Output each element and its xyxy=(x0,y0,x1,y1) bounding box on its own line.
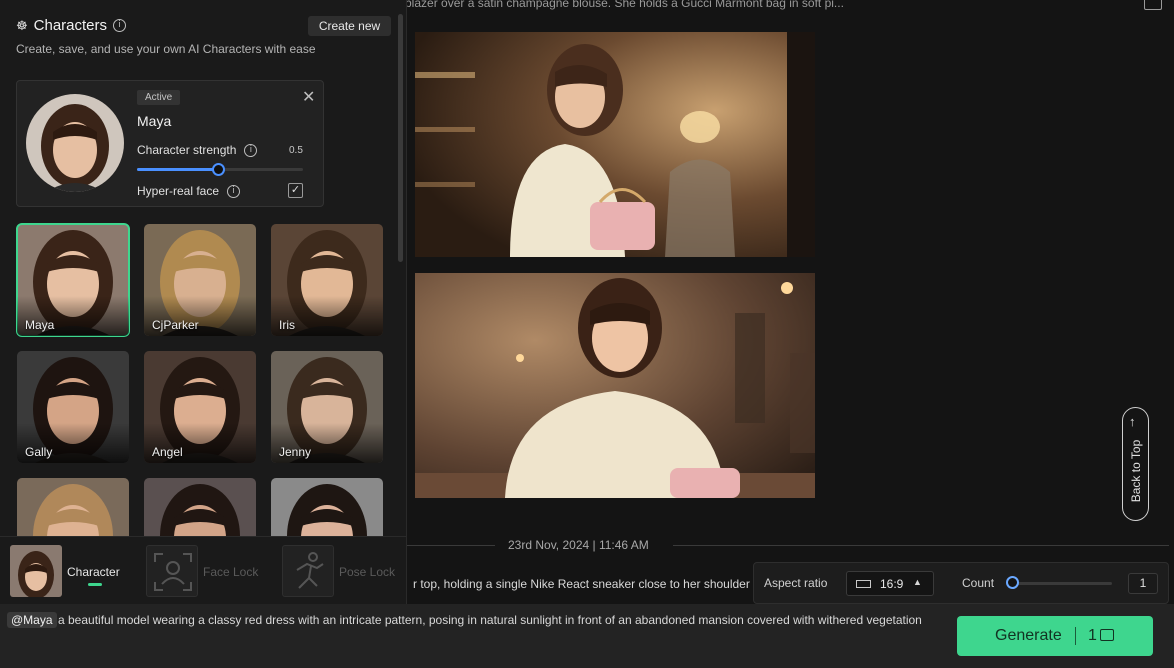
character-name: Jenny xyxy=(279,445,312,459)
previous-prompt-text-2: r top, holding a single Nike React sneak… xyxy=(413,577,750,591)
button-divider xyxy=(1075,627,1076,645)
tab-character[interactable]: Character xyxy=(0,537,138,604)
active-character-name: Maya xyxy=(137,113,172,129)
tab-label: Character xyxy=(67,565,120,579)
info-icon[interactable]: i xyxy=(113,19,127,32)
characters-panel: ☸ Characters i Create new Create, save, … xyxy=(0,0,407,604)
generate-label: Generate xyxy=(995,627,1062,644)
active-badge: Active xyxy=(137,90,181,105)
divider-right xyxy=(673,545,1169,546)
panel-subtitle: Create, save, and use your own AI Charac… xyxy=(16,42,316,56)
character-name: Maya xyxy=(25,318,55,332)
slider-fill xyxy=(137,168,218,171)
generated-image-1[interactable] xyxy=(415,32,815,257)
tab-pose-lock[interactable]: Pose Lock xyxy=(272,537,406,604)
caret-up-icon: ▲ xyxy=(913,577,922,587)
count-label: Count xyxy=(962,576,995,590)
prompt-input-bar: a beautiful model wearing a classy red d… xyxy=(0,604,1174,668)
create-new-button[interactable]: Create new xyxy=(308,16,391,36)
hyper-real-row: Hyper-real face i xyxy=(137,184,241,198)
image-icon xyxy=(1100,629,1114,641)
character-name: Gally xyxy=(25,445,53,459)
back-to-top-button[interactable]: ↑ Back to Top xyxy=(1122,407,1149,521)
count-slider-handle[interactable] xyxy=(1006,576,1019,589)
face-lock-icon xyxy=(146,545,198,597)
arrow-up-icon: ↑ xyxy=(1129,414,1136,429)
generated-image-2[interactable] xyxy=(415,273,815,498)
back-to-top-label: Back to Top xyxy=(1128,439,1143,503)
info-icon[interactable]: i xyxy=(244,143,258,157)
slider-handle[interactable] xyxy=(211,163,225,176)
character-name: Iris xyxy=(279,318,295,332)
date-label: 23rd Nov, 2024 | 11:46 AM xyxy=(508,538,649,552)
close-icon[interactable]: ✕ xyxy=(302,87,315,107)
pose-lock-icon xyxy=(282,545,334,597)
aspect-ratio-icon xyxy=(856,580,871,588)
panel-title: Characters xyxy=(33,17,108,34)
active-character-card: Active Maya ✕ Character strength i 0.5 H… xyxy=(16,80,324,207)
character-tile[interactable]: Jenny xyxy=(271,351,383,463)
hyper-real-checkbox[interactable]: ✓ xyxy=(288,183,303,198)
download-icon[interactable] xyxy=(1144,0,1162,10)
tab-face-lock[interactable]: Face Lock xyxy=(136,537,272,604)
character-tile[interactable]: Gally xyxy=(17,351,129,463)
character-tile[interactable]: CjParker xyxy=(144,224,256,336)
aspect-ratio-label: Aspect ratio xyxy=(764,576,828,590)
generation-settings-bar: Aspect ratio 16:9 ▲ Count 1 xyxy=(753,562,1169,604)
character-tab-thumbnail xyxy=(10,545,62,597)
active-character-avatar xyxy=(26,94,124,192)
info-icon[interactable]: i xyxy=(227,184,241,198)
generate-count: 1 xyxy=(1088,627,1097,644)
panel-header: ☸ Characters i xyxy=(16,17,127,34)
character-strength-value: 0.5 xyxy=(289,145,303,156)
tab-label: Pose Lock xyxy=(339,565,396,579)
character-mention-chip[interactable]: @Maya xyxy=(7,612,57,628)
prompt-input[interactable]: a beautiful model wearing a classy red d… xyxy=(7,613,937,628)
character-strength-row: Character strength i xyxy=(137,143,258,157)
character-name: Angel xyxy=(152,445,183,459)
active-tab-indicator xyxy=(88,583,102,586)
previous-prompt-text: blazer over a satin champagne blouse. Sh… xyxy=(405,0,844,10)
generate-button[interactable]: Generate 1 xyxy=(957,616,1153,656)
characters-icon: ☸ xyxy=(16,17,28,33)
character-strength-label: Character strength xyxy=(137,143,237,157)
count-input[interactable]: 1 xyxy=(1128,573,1158,594)
panel-scrollbar[interactable] xyxy=(398,14,403,262)
character-tile[interactable]: Maya xyxy=(16,223,130,337)
aspect-ratio-select[interactable]: 16:9 ▲ xyxy=(846,571,934,596)
date-separator: 23rd Nov, 2024 | 11:46 AM xyxy=(407,537,1169,553)
character-tile[interactable]: Angel xyxy=(144,351,256,463)
aspect-ratio-value: 16:9 xyxy=(880,577,904,591)
count-slider-track[interactable] xyxy=(1010,582,1112,585)
divider-left xyxy=(407,545,495,546)
tab-label: Face Lock xyxy=(203,565,259,579)
character-tile[interactable]: Iris xyxy=(271,224,383,336)
panel-tabs: Character Face Lock Pose Lock xyxy=(0,536,406,604)
character-name: CjParker xyxy=(152,318,199,332)
hyper-real-label: Hyper-real face xyxy=(137,184,220,198)
